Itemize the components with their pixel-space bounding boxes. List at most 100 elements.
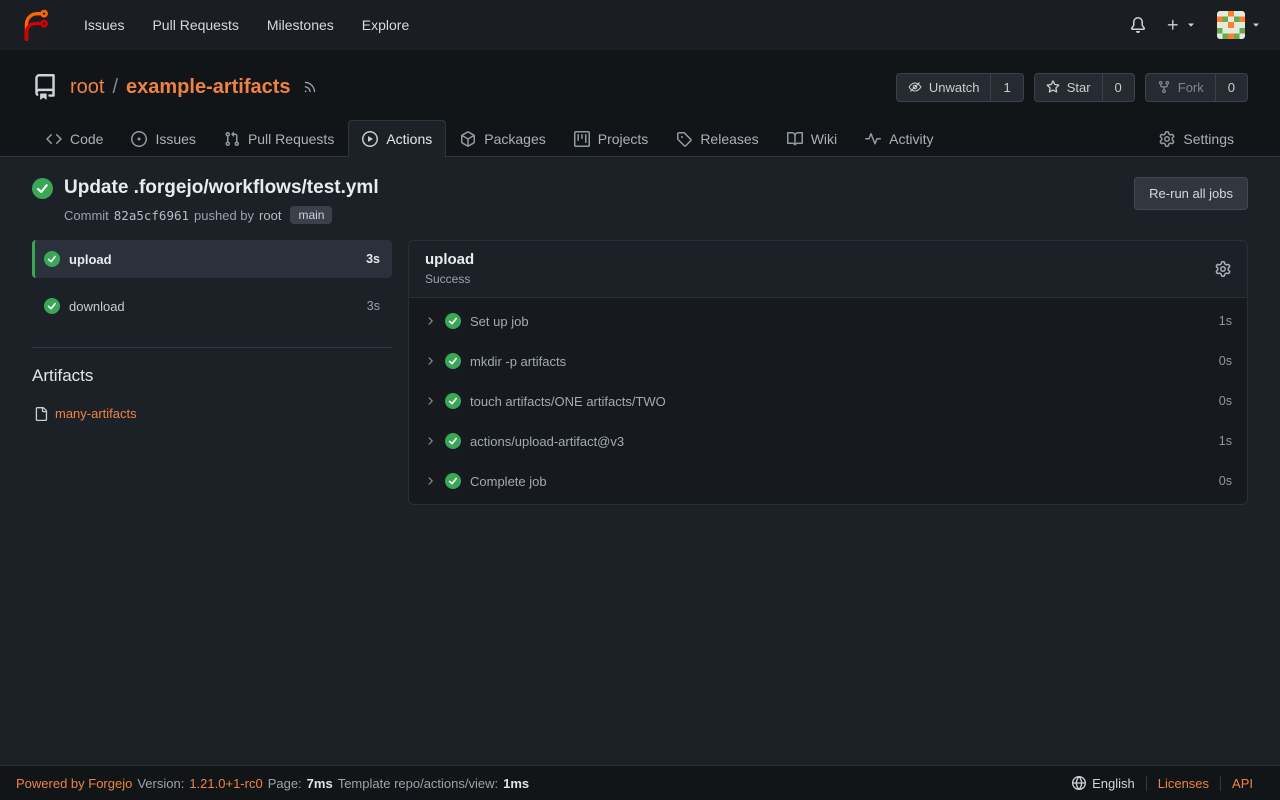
run-header: Update .forgejo/workflows/test.yml Commi… bbox=[32, 177, 1248, 224]
tab-packages[interactable]: Packages bbox=[446, 120, 559, 157]
step-row-set-up-job[interactable]: Set up job 1s bbox=[409, 301, 1247, 341]
forgejo-logo[interactable] bbox=[18, 8, 52, 42]
job-item-upload[interactable]: upload 3s bbox=[32, 240, 392, 278]
licenses-link[interactable]: Licenses bbox=[1146, 776, 1220, 791]
tab-projects[interactable]: Projects bbox=[560, 120, 663, 157]
job-duration: 3s bbox=[366, 252, 380, 266]
step-row-complete-job[interactable]: Complete job 0s bbox=[409, 461, 1247, 501]
user-menu[interactable] bbox=[1217, 11, 1262, 39]
book-icon bbox=[787, 131, 803, 147]
job-detail-panel: upload Success Set up job 1s mkdir -p bbox=[408, 240, 1248, 505]
nav-issues[interactable]: Issues bbox=[70, 0, 138, 50]
step-row-upload-artifact[interactable]: actions/upload-artifact@v3 1s bbox=[409, 421, 1247, 461]
check-circle-icon bbox=[445, 433, 461, 449]
step-duration: 1s bbox=[1219, 434, 1232, 448]
repo-name-link[interactable]: example-artifacts bbox=[126, 76, 291, 99]
sidebar-divider bbox=[32, 347, 392, 348]
job-detail-name: upload bbox=[425, 251, 474, 268]
version-link[interactable]: 1.21.0+1-rc0 bbox=[189, 776, 262, 791]
commit-sha-link[interactable]: 82a5cf6961 bbox=[114, 208, 189, 223]
commit-label: Commit bbox=[64, 208, 109, 223]
version-label: Version: bbox=[137, 776, 184, 791]
step-row-mkdir[interactable]: mkdir -p artifacts 0s bbox=[409, 341, 1247, 381]
plus-icon bbox=[1166, 18, 1180, 32]
code-icon bbox=[46, 131, 62, 147]
step-duration: 0s bbox=[1219, 474, 1232, 488]
pull-request-icon bbox=[224, 131, 240, 147]
tab-pull-requests[interactable]: Pull Requests bbox=[210, 120, 348, 157]
pushed-by-label: pushed by bbox=[194, 208, 254, 223]
stars-count[interactable]: 0 bbox=[1102, 74, 1134, 101]
step-name: actions/upload-artifact@v3 bbox=[470, 434, 624, 449]
top-navbar: Issues Pull Requests Milestones Explore bbox=[0, 0, 1280, 50]
tag-icon bbox=[676, 131, 692, 147]
unwatch-button[interactable]: Unwatch bbox=[897, 74, 991, 101]
job-item-download[interactable]: download 3s bbox=[32, 287, 392, 325]
play-circle-icon bbox=[362, 131, 378, 147]
watch-button-group: Unwatch 1 bbox=[896, 73, 1024, 102]
chevron-right-icon bbox=[424, 315, 436, 327]
user-avatar bbox=[1217, 11, 1245, 39]
notifications-button[interactable] bbox=[1130, 17, 1146, 33]
rss-feed-button[interactable] bbox=[303, 80, 317, 94]
package-icon bbox=[460, 131, 476, 147]
repo-header: root / example-artifacts Unwatch 1 Star … bbox=[0, 64, 1280, 110]
star-icon bbox=[1046, 80, 1060, 94]
job-steps-list: Set up job 1s mkdir -p artifacts 0s touc… bbox=[409, 297, 1247, 504]
language-selector[interactable]: English bbox=[1061, 776, 1146, 791]
job-log-settings-button[interactable] bbox=[1215, 261, 1231, 277]
tab-code[interactable]: Code bbox=[32, 120, 117, 157]
job-name: upload bbox=[69, 252, 112, 267]
check-circle-icon bbox=[44, 298, 60, 314]
tab-activity[interactable]: Activity bbox=[851, 120, 947, 157]
globe-icon bbox=[1072, 776, 1086, 790]
run-commit-meta: Commit 82a5cf6961 pushed by root main bbox=[64, 206, 379, 224]
fork-button[interactable]: Fork bbox=[1146, 74, 1215, 101]
page-time-value: 7ms bbox=[307, 776, 333, 791]
check-circle-icon bbox=[445, 353, 461, 369]
job-detail-status: Success bbox=[425, 272, 474, 286]
rss-icon bbox=[303, 80, 317, 94]
tab-settings[interactable]: Settings bbox=[1145, 120, 1248, 157]
chevron-right-icon bbox=[424, 395, 436, 407]
step-name: touch artifacts/ONE artifacts/TWO bbox=[470, 394, 666, 409]
nav-milestones[interactable]: Milestones bbox=[253, 0, 348, 50]
branch-badge[interactable]: main bbox=[290, 206, 332, 224]
nav-explore[interactable]: Explore bbox=[348, 0, 423, 50]
pulse-icon bbox=[865, 131, 881, 147]
star-button-group: Star 0 bbox=[1034, 73, 1135, 102]
footer-info: Powered by Forgejo Version: 1.21.0+1-rc0… bbox=[16, 776, 529, 791]
tab-wiki[interactable]: Wiki bbox=[773, 120, 851, 157]
repo-owner-link[interactable]: root bbox=[70, 76, 104, 99]
step-row-touch[interactable]: touch artifacts/ONE artifacts/TWO 0s bbox=[409, 381, 1247, 421]
rerun-all-jobs-button[interactable]: Re-run all jobs bbox=[1134, 177, 1248, 210]
repo-tab-bar: Code Issues Pull Requests Actions Packag… bbox=[0, 112, 1280, 157]
chevron-right-icon bbox=[424, 355, 436, 367]
artifact-link-many-artifacts[interactable]: many-artifacts bbox=[32, 406, 392, 421]
watchers-count[interactable]: 1 bbox=[990, 74, 1022, 101]
commit-author-link[interactable]: root bbox=[259, 208, 281, 223]
step-duration: 0s bbox=[1219, 354, 1232, 368]
page-footer: Powered by Forgejo Version: 1.21.0+1-rc0… bbox=[0, 765, 1280, 800]
nav-pull-requests[interactable]: Pull Requests bbox=[138, 0, 252, 50]
gear-icon bbox=[1159, 131, 1175, 147]
tab-actions[interactable]: Actions bbox=[348, 120, 446, 157]
fork-button-group: Fork 0 bbox=[1145, 73, 1248, 102]
project-icon bbox=[574, 131, 590, 147]
repo-action-buttons: Unwatch 1 Star 0 Fork 0 bbox=[896, 73, 1248, 102]
chevron-right-icon bbox=[424, 435, 436, 447]
star-button[interactable]: Star bbox=[1035, 74, 1102, 101]
file-icon bbox=[34, 407, 48, 421]
job-name: download bbox=[69, 299, 125, 314]
repo-header-band: root / example-artifacts Unwatch 1 Star … bbox=[0, 50, 1280, 157]
tab-releases[interactable]: Releases bbox=[662, 120, 772, 157]
forks-count[interactable]: 0 bbox=[1215, 74, 1247, 101]
caret-down-icon bbox=[1185, 19, 1197, 31]
create-new-menu[interactable] bbox=[1166, 18, 1197, 32]
tab-issues[interactable]: Issues bbox=[117, 120, 209, 157]
page-time-label: Page: bbox=[268, 776, 302, 791]
api-link[interactable]: API bbox=[1220, 776, 1264, 791]
step-name: mkdir -p artifacts bbox=[470, 354, 566, 369]
step-duration: 0s bbox=[1219, 394, 1232, 408]
powered-by-forgejo-link[interactable]: Powered by Forgejo bbox=[16, 776, 132, 791]
